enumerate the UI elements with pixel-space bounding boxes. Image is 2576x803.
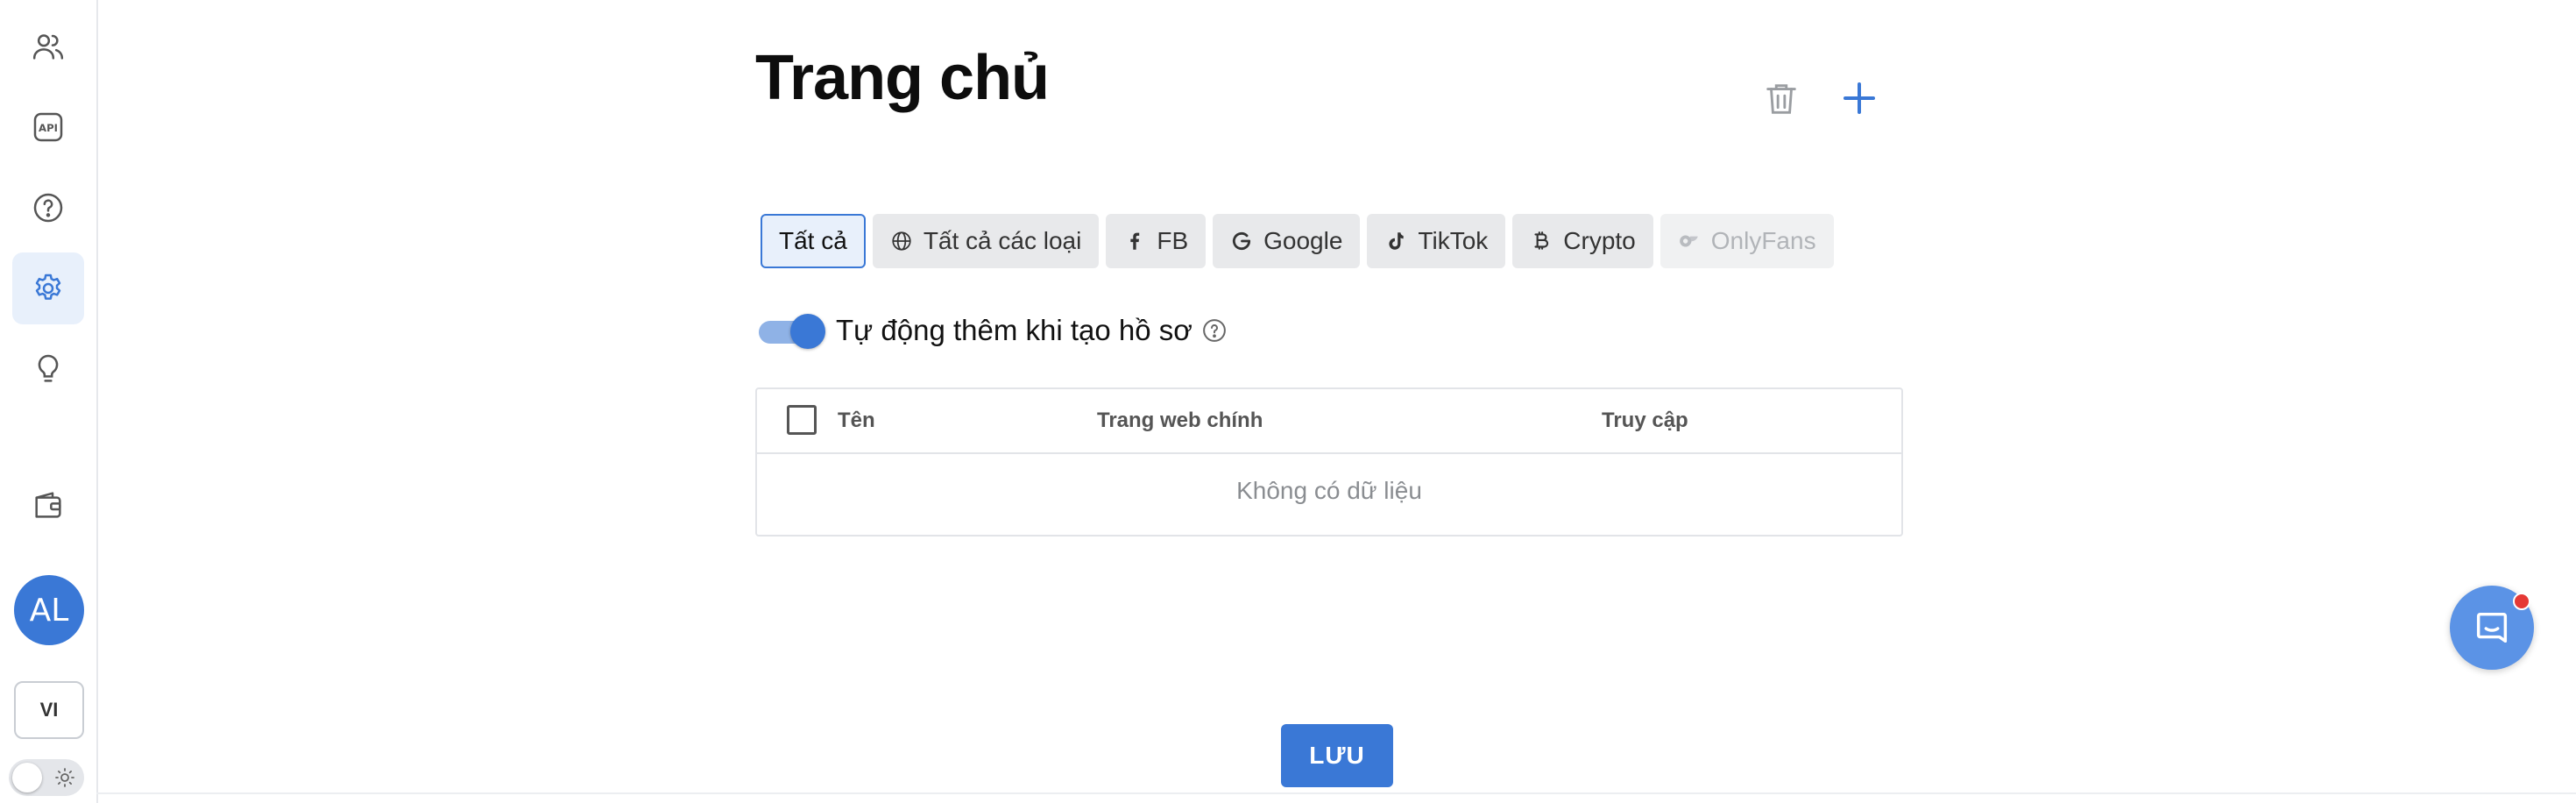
help-tooltip-icon[interactable] bbox=[1201, 317, 1228, 344]
switch-thumb bbox=[790, 314, 825, 349]
globe-icon bbox=[892, 231, 911, 251]
tab-label: TikTok bbox=[1418, 227, 1489, 254]
trash-icon bbox=[1766, 84, 1796, 114]
plus-icon bbox=[1844, 82, 1875, 114]
sidebar-item-help[interactable] bbox=[12, 172, 84, 244]
sidebar-item-ideas[interactable] bbox=[12, 333, 84, 405]
google-icon bbox=[1233, 231, 1251, 251]
chat-icon bbox=[2476, 612, 2508, 643]
avatar[interactable]: AL bbox=[14, 575, 84, 645]
tab-all[interactable]: Tất cả bbox=[761, 214, 866, 268]
wallet-icon bbox=[35, 492, 61, 518]
sidebar-item-api[interactable]: API bbox=[12, 91, 84, 163]
chat-widget-button[interactable] bbox=[2450, 586, 2534, 670]
tab-google[interactable]: Google bbox=[1213, 214, 1361, 268]
theme-toggle[interactable] bbox=[9, 759, 84, 796]
theme-toggle-knob bbox=[12, 763, 42, 792]
tiktok-icon bbox=[1389, 232, 1405, 250]
tab-tiktok[interactable]: TikTok bbox=[1367, 214, 1506, 268]
tab-crypto[interactable]: Crypto bbox=[1512, 214, 1653, 268]
empty-state-text: Không có dữ liệu bbox=[1236, 477, 1422, 504]
tab-label: Tất cả các loại bbox=[923, 227, 1082, 254]
tab-label: Tất cả bbox=[779, 227, 847, 254]
tab-all-types[interactable]: Tất cả các loại bbox=[872, 214, 1100, 268]
users-icon bbox=[32, 34, 64, 60]
auto-add-label: Tự động thêm khi tạo hồ sơ bbox=[836, 314, 1192, 346]
tab-label: Google bbox=[1263, 227, 1343, 254]
add-button[interactable] bbox=[1835, 74, 1884, 123]
notification-dot bbox=[2513, 593, 2530, 610]
onlyfans-icon bbox=[1679, 235, 1698, 247]
sidebar-item-users[interactable] bbox=[12, 11, 84, 82]
page-title: Trang chủ bbox=[755, 43, 1050, 113]
facebook-icon bbox=[1130, 232, 1140, 250]
column-header-main-website[interactable]: Trang web chính bbox=[1097, 409, 1263, 433]
auto-add-row: Tự động thêm khi tạo hồ sơ bbox=[759, 309, 1228, 352]
sidebar-item-settings[interactable] bbox=[12, 252, 84, 324]
delete-button[interactable] bbox=[1758, 75, 1805, 123]
sun-icon bbox=[55, 768, 74, 787]
column-header-access[interactable]: Truy cập bbox=[1602, 409, 1688, 433]
lightbulb-icon bbox=[38, 354, 59, 382]
settings-icon bbox=[35, 274, 61, 300]
auto-add-switch[interactable] bbox=[759, 309, 825, 352]
bookmarks-table: Tên Trang web chính Truy cập Không có dữ… bbox=[755, 387, 1903, 537]
help-icon bbox=[33, 193, 63, 223]
tab-label: OnlyFans bbox=[1710, 227, 1816, 254]
category-tabs: Tất cả Tất cả các loại FB Google TikTok … bbox=[761, 214, 1834, 268]
language-switcher[interactable]: VI bbox=[14, 681, 84, 739]
tab-label: FB bbox=[1157, 227, 1189, 254]
sidebar-item-wallet[interactable] bbox=[12, 469, 84, 541]
select-all-checkbox[interactable] bbox=[787, 405, 817, 435]
save-button[interactable]: LƯU bbox=[1281, 724, 1393, 787]
sidebar: API AL VI bbox=[0, 0, 98, 803]
tab-fb[interactable]: FB bbox=[1106, 214, 1207, 268]
api-icon: API bbox=[33, 112, 63, 142]
tab-onlyfans[interactable]: OnlyFans bbox=[1660, 214, 1834, 268]
bitcoin-icon bbox=[1534, 231, 1549, 250]
column-header-name[interactable]: Tên bbox=[838, 409, 875, 433]
api-icon-text: API bbox=[39, 122, 58, 134]
tab-label: Crypto bbox=[1563, 227, 1636, 254]
table-header: Tên Trang web chính Truy cập bbox=[757, 389, 1901, 454]
bottom-divider bbox=[96, 792, 2576, 794]
